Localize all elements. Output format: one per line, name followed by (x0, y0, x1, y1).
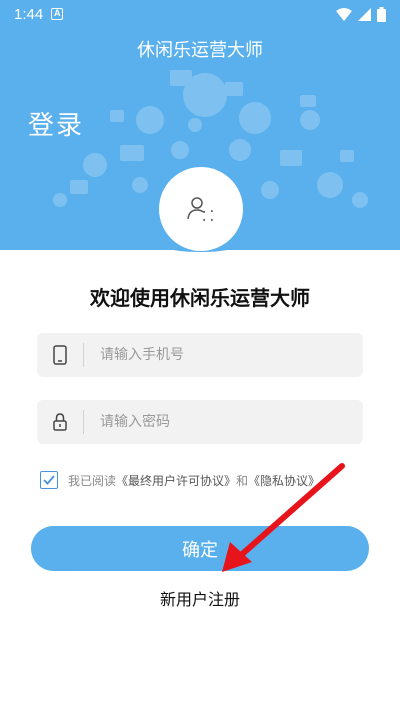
app-title: 休闲乐运营大师 (137, 40, 263, 61)
agreement-row: 我已阅读 《最终用户许可协议》 和 《隐私协议》 (40, 470, 320, 490)
phone-icon (37, 333, 83, 377)
avatar (159, 167, 243, 251)
status-icons (336, 6, 386, 22)
status-bar: 1:44 A (0, 0, 400, 28)
password-input[interactable] (84, 400, 363, 444)
agreement-checkbox[interactable] (40, 471, 58, 489)
agreement-and: 和 (236, 473, 249, 488)
signal-icon (358, 7, 371, 21)
user-scan-icon (187, 197, 213, 221)
phone-field[interactable] (37, 333, 363, 377)
lock-icon (37, 400, 83, 444)
terms-link[interactable]: 《最终用户许可协议》 (116, 472, 236, 489)
agreement-prefix: 我已阅读 (68, 473, 117, 488)
battery-icon (377, 6, 386, 22)
notification-icon: A (51, 8, 64, 20)
welcome-heading: 欢迎使用休闲乐运营大师 (90, 286, 310, 310)
confirm-button[interactable]: 确定 (31, 526, 369, 571)
wifi-icon (336, 7, 352, 21)
register-link[interactable]: 新用户注册 (0, 586, 400, 610)
privacy-link[interactable]: 《隐私协议》 (248, 472, 320, 489)
status-time: 1:44 (14, 5, 44, 23)
password-field[interactable] (37, 400, 363, 444)
login-heading: 登录 (28, 111, 85, 141)
check-icon (43, 475, 55, 485)
phone-input[interactable] (84, 333, 363, 377)
